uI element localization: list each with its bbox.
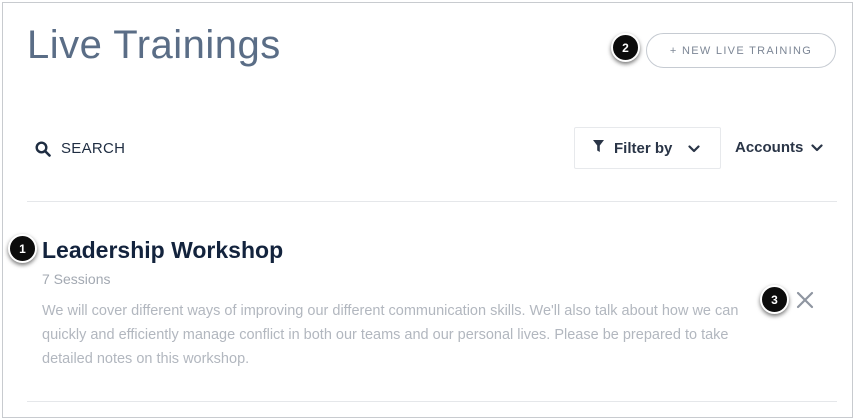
chevron-down-icon bbox=[688, 140, 700, 157]
search-label: SEARCH bbox=[61, 140, 126, 157]
page-title: Live Trainings bbox=[27, 23, 281, 67]
search-icon bbox=[35, 140, 51, 157]
filter-by-label: Filter by bbox=[614, 139, 673, 157]
divider bbox=[27, 401, 837, 402]
callout-marker-3: 3 bbox=[760, 285, 789, 314]
filter-funnel-icon bbox=[593, 139, 604, 157]
app-frame: Live Trainings + NEW LIVE TRAINING SEARC… bbox=[2, 2, 853, 418]
new-live-training-button[interactable]: + NEW LIVE TRAINING bbox=[646, 33, 836, 68]
training-title[interactable]: Leadership Workshop bbox=[42, 237, 283, 264]
accounts-dropdown[interactable]: Accounts bbox=[735, 139, 823, 156]
chevron-down-icon bbox=[811, 139, 823, 156]
training-sessions-count: 7 Sessions bbox=[42, 271, 111, 287]
divider bbox=[27, 201, 837, 202]
filter-by-dropdown[interactable]: Filter by bbox=[574, 127, 721, 169]
search-control[interactable]: SEARCH bbox=[35, 140, 125, 157]
callout-marker-1: 1 bbox=[8, 234, 37, 263]
close-icon[interactable] bbox=[794, 289, 816, 311]
training-description: We will cover different ways of improvin… bbox=[42, 303, 739, 367]
callout-marker-2: 2 bbox=[611, 33, 640, 62]
accounts-label: Accounts bbox=[735, 139, 804, 156]
